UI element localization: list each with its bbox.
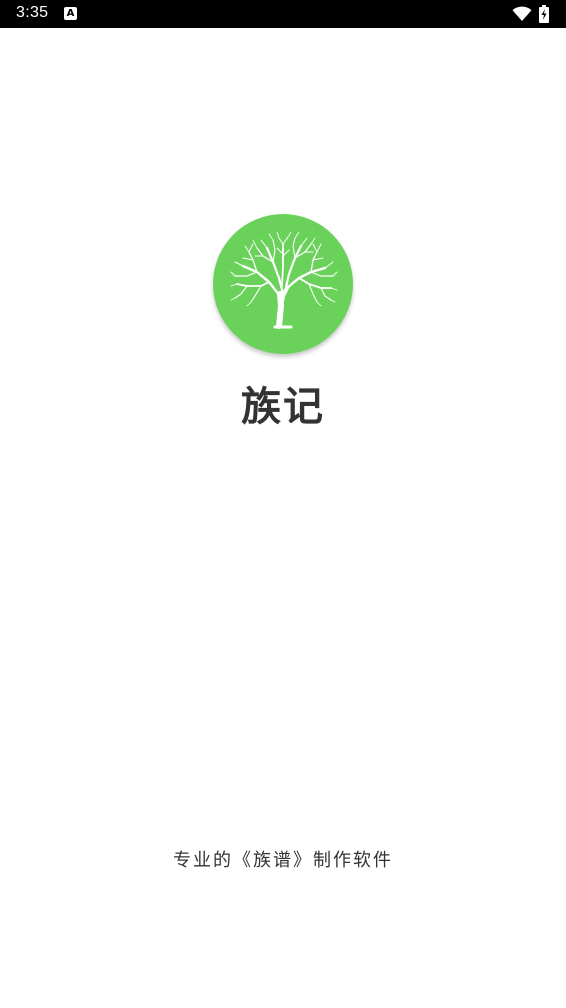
status-bar: 3:35 A: [0, 0, 566, 28]
wifi-icon: [512, 6, 532, 21]
text-a-icon: A: [64, 7, 77, 20]
app-slogan: 专业的《族谱》制作软件: [173, 850, 393, 871]
app-name: 族记: [241, 384, 325, 430]
battery-charging-icon: [539, 5, 549, 23]
splash-screen: 3:35 A 族记 专业的《族谱》制作软件: [0, 0, 566, 1008]
status-time: 3:35: [16, 4, 49, 21]
app-logo: [213, 214, 353, 354]
tree-icon: [230, 231, 338, 329]
